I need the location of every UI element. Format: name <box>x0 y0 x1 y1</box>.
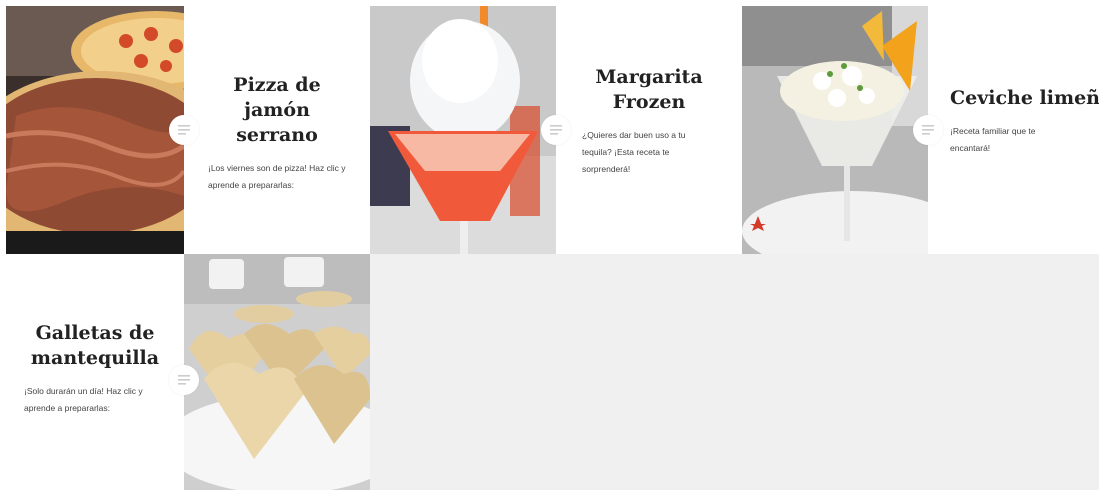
post-image-ceviche[interactable] <box>742 6 928 254</box>
margarita-photo <box>370 6 556 254</box>
post-excerpt: ¡Solo durarán un día! Haz clic y aprende… <box>24 386 143 413</box>
post-excerpt: ¿Quieres dar buen uso a tu tequila? ¡Est… <box>582 130 686 174</box>
post-format-icon <box>913 115 943 145</box>
post-card-pizza[interactable]: Pizza de jamón serrano ¡Los viernes son … <box>184 6 370 254</box>
post-title[interactable]: Pizza de jamón serrano <box>208 73 346 148</box>
post-title[interactable]: Galletas de mantequilla <box>24 321 166 371</box>
standard-post-icon <box>178 125 190 135</box>
post-card-margarita[interactable]: Margarita Frozen ¿Quieres dar buen uso a… <box>556 6 742 254</box>
post-format-icon <box>541 115 571 145</box>
post-image-margarita[interactable] <box>370 6 556 254</box>
standard-post-icon <box>178 375 190 385</box>
standard-post-icon <box>550 125 562 135</box>
post-image-pizza[interactable] <box>6 6 184 254</box>
post-title[interactable]: Margarita Frozen <box>582 65 716 115</box>
standard-post-icon <box>922 125 934 135</box>
recipe-grid: Pizza de jamón serrano ¡Los viernes son … <box>6 6 1099 490</box>
pizza-photo <box>6 6 184 254</box>
cookies-photo <box>184 254 370 490</box>
post-excerpt: ¡Los viernes son de pizza! Haz clic y ap… <box>208 163 346 190</box>
post-card-galletas[interactable]: Galletas de mantequilla ¡Solo durarán un… <box>6 254 184 490</box>
post-format-icon <box>169 115 199 145</box>
ceviche-photo <box>742 6 928 254</box>
post-format-icon <box>169 365 199 395</box>
post-image-galletas[interactable] <box>184 254 370 490</box>
post-excerpt: ¡Receta familiar que te encantará! <box>950 126 1036 153</box>
post-title[interactable]: Ceviche limeño <box>950 86 1099 111</box>
post-card-ceviche[interactable]: Ceviche limeño ¡Receta familiar que te e… <box>928 6 1099 254</box>
